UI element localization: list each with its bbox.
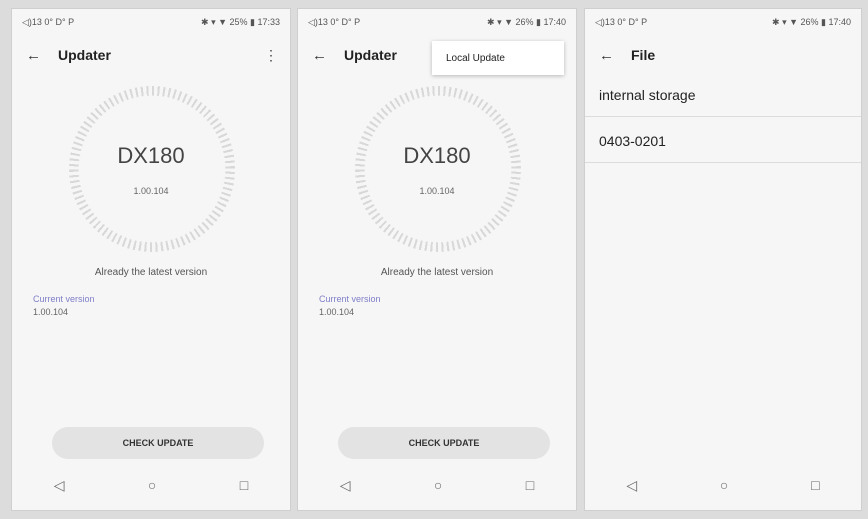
nav-home-icon[interactable]: ○ (720, 477, 728, 493)
current-version-label: Current version (33, 294, 95, 304)
nav-bar: ◁ ○ □ (298, 460, 576, 510)
page-title: File (631, 47, 656, 63)
back-arrow-icon[interactable]: ← (26, 47, 44, 64)
status-right: ✱ ▾ ▼ 26% ▮ 17:40 (772, 16, 851, 27)
nav-back-icon[interactable]: ◁ (54, 477, 65, 494)
latest-version-text: Already the latest version (380, 267, 494, 278)
device-version: 1.00.104 (133, 186, 169, 196)
device-version: 1.00.104 (419, 186, 455, 196)
version-dial (69, 86, 235, 252)
nav-back-icon[interactable]: ◁ (626, 477, 637, 494)
nav-home-icon[interactable]: ○ (148, 477, 156, 493)
nav-back-icon[interactable]: ◁ (340, 477, 351, 494)
page-title: Updater (58, 47, 111, 63)
nav-recent-icon[interactable]: □ (811, 477, 819, 493)
back-arrow-icon[interactable]: ← (599, 47, 617, 64)
current-version-value: 1.00.104 (319, 307, 355, 317)
nav-bar: ◁ ○ □ (12, 460, 290, 510)
device-model: DX180 (403, 143, 471, 168)
page-title: Updater (344, 47, 397, 63)
overflow-menu: Local Update (432, 41, 564, 75)
check-update-button[interactable]: CHECK UPDATE (52, 427, 264, 459)
file-item-folder[interactable]: 0403-0201 (585, 119, 861, 163)
status-right: ✱ ▾ ▼ 25% ▮ 17:33 (201, 16, 280, 27)
current-version-value: 1.00.104 (33, 307, 69, 317)
phone-updater: ◁)13 0° D° P ✱ ▾ ▼ 25% ▮ 17:33 ← Updater… (11, 8, 291, 511)
menu-item-local-update[interactable]: Local Update (446, 53, 505, 64)
app-bar: ← Updater ⋮ (12, 37, 290, 73)
nav-recent-icon[interactable]: □ (526, 477, 534, 493)
nav-recent-icon[interactable]: □ (240, 477, 248, 493)
back-arrow-icon[interactable]: ← (312, 47, 330, 64)
file-item-label: internal storage (599, 86, 696, 103)
version-dial (355, 86, 521, 252)
status-bar: ◁)13 0° D° P ✱ ▾ ▼ 26% ▮ 17:40 (308, 15, 566, 29)
file-item-label: 0403-0201 (599, 132, 666, 149)
more-options-icon[interactable]: ⋮ (264, 47, 278, 64)
file-item-internal-storage[interactable]: internal storage (585, 73, 861, 117)
status-bar: ◁)13 0° D° P ✱ ▾ ▼ 25% ▮ 17:33 (22, 15, 280, 29)
phone-updater-menu: ◁)13 0° D° P ✱ ▾ ▼ 26% ▮ 17:40 ← Updater… (297, 8, 577, 511)
status-bar: ◁)13 0° D° P ✱ ▾ ▼ 26% ▮ 17:40 (595, 15, 851, 29)
app-bar: ← File (585, 37, 861, 73)
latest-version-text: Already the latest version (94, 267, 208, 278)
status-left: ◁)13 0° D° P (22, 16, 75, 27)
status-right: ✱ ▾ ▼ 26% ▮ 17:40 (487, 16, 566, 27)
status-left: ◁)13 0° D° P (595, 16, 648, 27)
check-update-button[interactable]: CHECK UPDATE (338, 427, 550, 459)
device-model: DX180 (117, 143, 185, 168)
nav-bar: ◁ ○ □ (585, 460, 861, 510)
current-version-label: Current version (319, 294, 381, 304)
status-left: ◁)13 0° D° P (308, 16, 361, 27)
phone-file-browser: ◁)13 0° D° P ✱ ▾ ▼ 26% ▮ 17:40 ← File in… (584, 8, 862, 511)
nav-home-icon[interactable]: ○ (434, 477, 442, 493)
